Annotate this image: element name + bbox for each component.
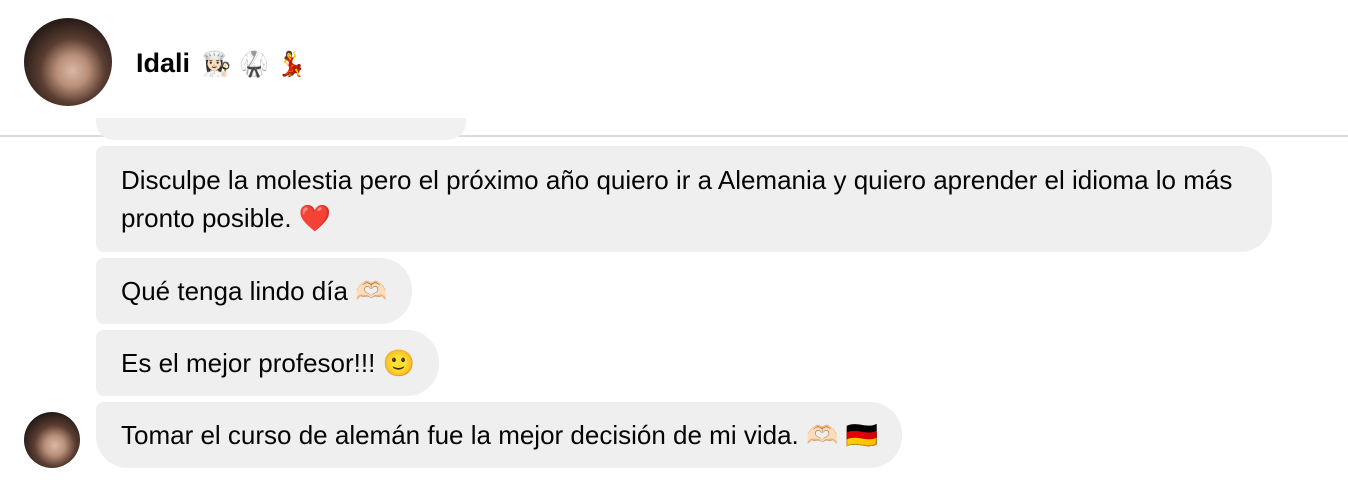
message-bubble[interactable]: Qué tenga lindo día 🫶🏻 [96, 258, 412, 324]
message-bubble[interactable]: Tomar el curso de alemán fue la mejor de… [96, 402, 902, 468]
contact-name-emojis: 👩🏻‍🍳 🥋 💃 [201, 50, 307, 78]
previous-message-bubble [96, 118, 466, 140]
message-text: Tomar el curso de alemán fue la mejor de… [121, 420, 878, 450]
message-text: Es el mejor profesor!!! 🙂 [121, 348, 415, 378]
message-bubble[interactable]: Es el mejor profesor!!! 🙂 [96, 330, 439, 396]
message-text: Qué tenga lindo día 🫶🏻 [121, 276, 388, 306]
contact-name-text: Idali [136, 48, 191, 78]
message-text: Disculpe la molestia pero el próximo año… [121, 165, 1233, 233]
contact-avatar[interactable] [24, 18, 112, 106]
chat-header: Idali 👩🏻‍🍳 🥋 💃 [0, 0, 1348, 135]
contact-name[interactable]: Idali 👩🏻‍🍳 🥋 💃 [136, 46, 306, 81]
sender-avatar[interactable] [24, 412, 80, 468]
message-bubble[interactable]: Disculpe la molestia pero el próximo año… [96, 146, 1272, 252]
